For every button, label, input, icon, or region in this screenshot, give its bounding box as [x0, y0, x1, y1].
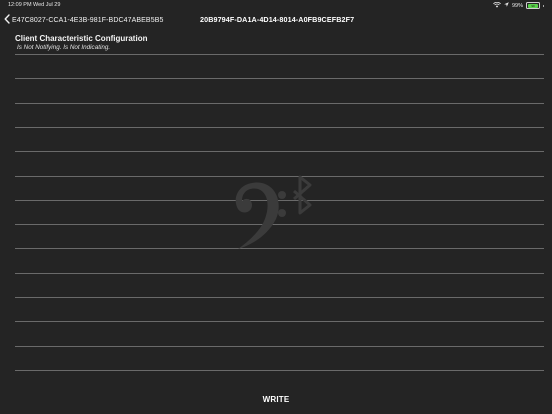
write-button[interactable]: WRITE [0, 392, 552, 408]
ruled-line [15, 78, 544, 79]
battery-text: 99 [531, 3, 535, 8]
ruled-line [15, 346, 544, 347]
screen: 12:09 PM Wed Jul 29 99% 99 E47C8027-CCA1… [0, 0, 552, 414]
ruled-line [15, 273, 544, 274]
ruled-line [15, 370, 544, 371]
chevron-left-icon [4, 11, 10, 29]
bass-clef-bluetooth-logo [226, 155, 326, 255]
ruled-line [15, 127, 544, 128]
descriptor-title: Client Characteristic Configuration [15, 34, 148, 43]
ruled-line [15, 297, 544, 298]
ruled-line [15, 103, 544, 104]
ruled-line [15, 321, 544, 322]
descriptor-status: Is Not Notifying. Is Not Indicating. [17, 44, 111, 51]
ruled-line [15, 54, 544, 55]
ruled-line [15, 151, 544, 152]
